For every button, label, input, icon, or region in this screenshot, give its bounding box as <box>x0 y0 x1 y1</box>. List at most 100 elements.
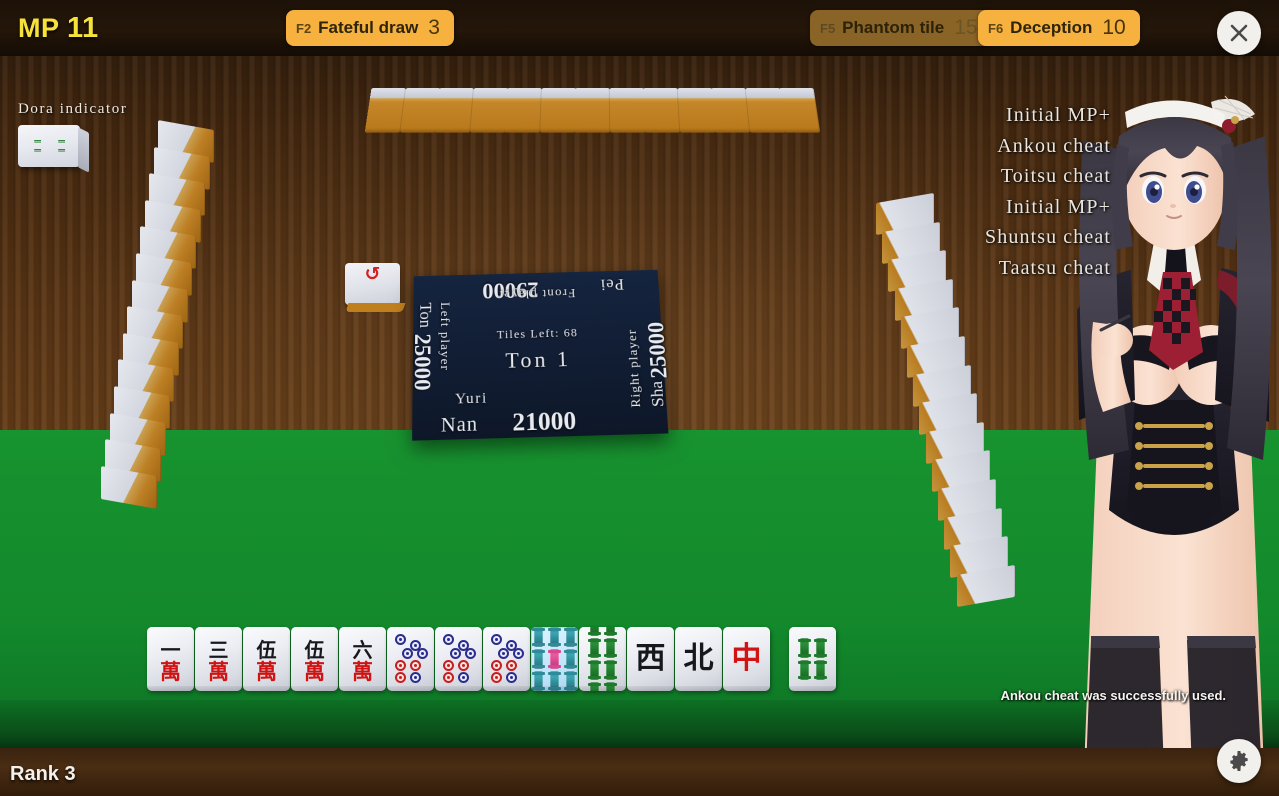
self-player-name: Yuri <box>455 390 488 408</box>
table-felt-shadow <box>0 700 1279 750</box>
bamboo-stick <box>814 660 827 680</box>
pin-dot <box>449 648 461 659</box>
wall-tile <box>779 88 821 133</box>
man-suit: 萬 <box>208 659 229 684</box>
hand-tile[interactable] <box>435 627 482 691</box>
bottom-hud-bar <box>0 748 1279 796</box>
hand-tile[interactable]: 西 <box>627 627 674 691</box>
skill-hotkey: F6 <box>988 20 1004 36</box>
bamboo-stick <box>548 649 561 669</box>
player-hand[interactable]: 一萬三萬伍萬伍萬六萬西北中 <box>147 627 770 691</box>
sou-tile-face <box>588 627 617 691</box>
wall-tile <box>643 88 681 133</box>
pin-dot <box>512 648 524 659</box>
hand-tile[interactable]: 六萬 <box>339 627 386 691</box>
pin-dot <box>442 660 454 671</box>
bamboo-stick <box>814 638 827 658</box>
wall-tile <box>399 88 440 133</box>
bamboo-stick <box>604 682 617 691</box>
cheat-menu-item[interactable]: Shuntsu cheat <box>985 222 1111 253</box>
hand-tile[interactable]: 中 <box>723 627 770 691</box>
pin-dot <box>505 660 517 671</box>
cheat-menu[interactable]: Initial MP+ Ankou cheat Toitsu cheat Initia… <box>985 100 1111 283</box>
wall-tile <box>469 88 508 133</box>
sou-tile-face <box>532 627 577 691</box>
gear-icon <box>1230 751 1248 771</box>
pin-dot <box>409 672 421 683</box>
bamboo-stick <box>532 627 545 647</box>
bamboo-stick <box>564 649 577 669</box>
pin-dot <box>394 672 406 683</box>
bamboo-stick <box>604 627 617 636</box>
pin-dot <box>490 672 502 683</box>
hand-tile[interactable] <box>579 627 626 691</box>
skill-button-phantom-tile[interactable]: F5 Phantom tile 15 <box>810 10 992 46</box>
wall-tile <box>364 88 406 133</box>
drawn-tile-slot[interactable] <box>789 627 836 691</box>
settings-button[interactable] <box>1217 739 1261 783</box>
skill-name: Fateful draw <box>318 18 419 37</box>
front-player-name: Front player <box>497 286 576 303</box>
pin-dot <box>442 672 454 683</box>
cheat-menu-item[interactable]: Ankou cheat <box>985 131 1111 162</box>
hand-tile[interactable]: 伍萬 <box>243 627 290 691</box>
bamboo-stick <box>604 660 617 680</box>
bamboo-stick <box>588 627 601 636</box>
bamboo-stick <box>604 638 617 658</box>
hand-tile[interactable] <box>531 627 578 691</box>
cheat-menu-item[interactable]: Taatsu cheat <box>985 253 1111 284</box>
bamboo-stick <box>588 660 601 680</box>
man-number: 伍 <box>256 637 277 662</box>
status-message: Ankou cheat was successfully used. <box>1000 688 1226 703</box>
skill-count: 3 <box>428 16 440 39</box>
pin-dot <box>394 634 406 645</box>
honor-glyph: 西 <box>635 641 666 676</box>
right-player-score: 25000 <box>643 321 672 379</box>
hand-tile[interactable]: 伍萬 <box>291 627 338 691</box>
hand-tile[interactable]: 三萬 <box>195 627 242 691</box>
honor-glyph: 中 <box>731 641 762 676</box>
wall-tile <box>711 88 751 133</box>
pin-dot <box>442 634 454 645</box>
dora-indicator-label: Dora indicator <box>18 101 128 117</box>
bamboo-stick <box>532 649 545 669</box>
cheat-menu-item[interactable]: Toitsu cheat <box>985 161 1111 192</box>
pin-tile-face <box>393 634 429 684</box>
cheat-menu-item[interactable]: Initial MP+ <box>985 100 1111 131</box>
round-indicator: Ton 1 <box>505 346 572 373</box>
right-player-name: Right player <box>623 328 644 408</box>
man-number: 六 <box>352 637 373 662</box>
pin-dot <box>409 660 421 671</box>
cheat-menu-item[interactable]: Initial MP+ <box>985 192 1111 223</box>
skill-name: Deception <box>1010 18 1093 37</box>
bamboo-stick <box>588 682 601 691</box>
game-screen: ↺ Dora indicator ═ ═ ═ ═ 29000 Pei Front p… <box>0 0 1279 796</box>
skill-hotkey: F5 <box>820 20 836 36</box>
drawn-tile[interactable] <box>789 627 836 691</box>
pin-dot <box>394 660 406 671</box>
dora-tile-face: ═ ═ ═ ═ <box>34 135 65 157</box>
pin-dot <box>457 672 469 683</box>
skill-hotkey: F2 <box>296 20 312 36</box>
hand-tile[interactable]: 北 <box>675 627 722 691</box>
wall-top <box>364 88 823 134</box>
front-player-wind: Pei <box>599 275 625 295</box>
skill-name: Phantom tile <box>842 18 945 37</box>
hand-tile[interactable]: 一萬 <box>147 627 194 691</box>
hand-tile[interactable] <box>483 627 530 691</box>
honor-glyph: 北 <box>683 641 714 676</box>
skill-button-fateful-draw[interactable]: F2 Fateful draw 3 <box>286 10 454 46</box>
bamboo-stick <box>588 638 601 658</box>
wall-tile <box>434 88 474 133</box>
skill-count: 10 <box>1102 16 1126 39</box>
wall-tile <box>677 88 716 133</box>
wall-tile <box>539 88 576 133</box>
self-player-wind: Nan <box>440 413 479 437</box>
close-button[interactable] <box>1217 11 1261 55</box>
bamboo-stick <box>798 638 811 658</box>
skill-button-deception[interactable]: F6 Deception 10 <box>978 10 1140 46</box>
hand-tile[interactable] <box>387 627 434 691</box>
dora-indicator-area: Dora indicator ═ ═ ═ ═ <box>18 101 127 167</box>
mp-label-text: MP <box>18 13 60 43</box>
tiles-left-counter: Tiles Left: 68 <box>496 325 579 342</box>
